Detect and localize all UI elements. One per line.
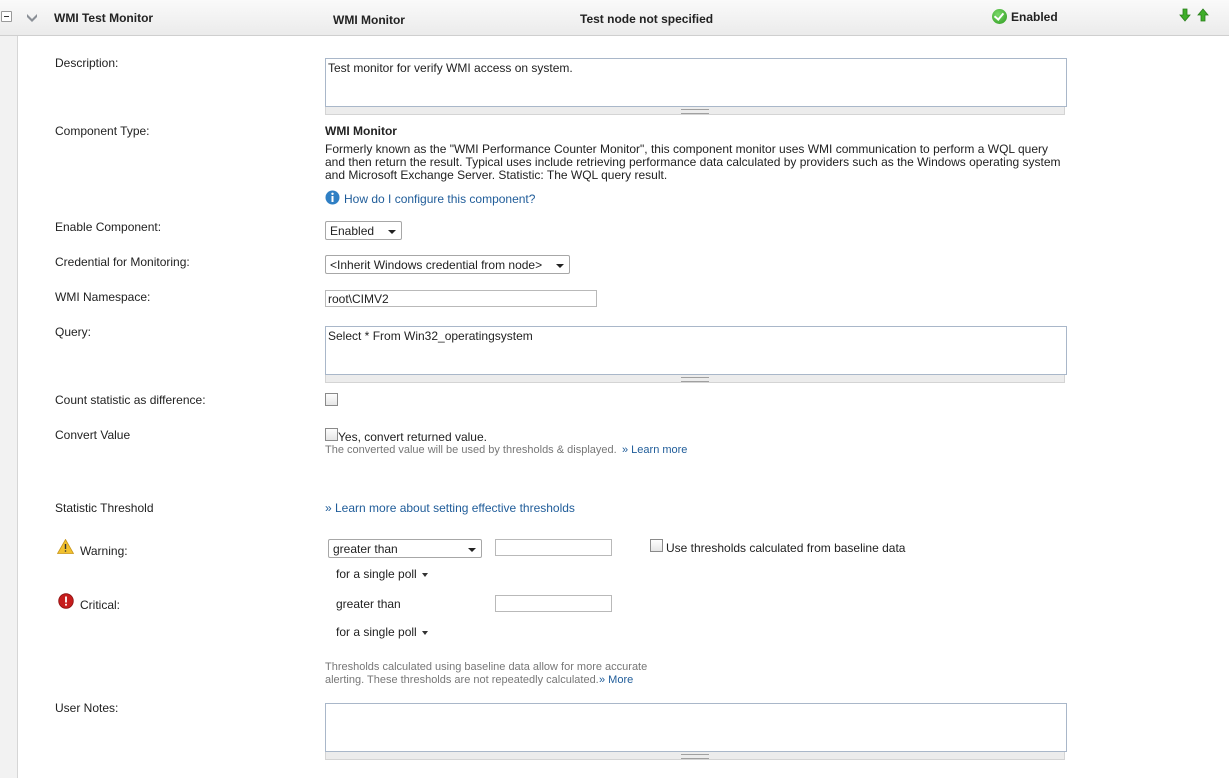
chevron-down-icon[interactable] [26, 11, 38, 23]
credential-value: <Inherit Windows credential from node> [330, 258, 543, 272]
critical-threshold-input[interactable] [495, 595, 612, 612]
critical-poll-dropdown[interactable]: for a single poll [336, 625, 428, 639]
warning-threshold-input[interactable] [495, 539, 612, 556]
description-resize-handle[interactable] [325, 107, 1065, 115]
status-badge: Enabled [992, 9, 1058, 24]
count-difference-label: Count statistic as difference: [55, 393, 206, 407]
critical-label: Critical: [80, 598, 121, 612]
caret-down-icon [388, 230, 396, 234]
user-notes-textarea[interactable] [325, 703, 1067, 752]
baseline-note-line2: alerting. These thresholds are not repea… [325, 674, 599, 686]
caret-down-icon [421, 630, 428, 635]
user-notes-resize-handle[interactable] [325, 752, 1065, 760]
collapse-icon[interactable] [1, 11, 12, 22]
statistic-threshold-label: Statistic Threshold [55, 501, 154, 515]
caret-down-icon [468, 548, 476, 552]
info-icon [325, 190, 340, 205]
enable-component-select[interactable]: Enabled [325, 221, 402, 240]
baseline-more-link[interactable]: » More [599, 674, 633, 686]
critical-icon [58, 593, 74, 609]
move-up-icon[interactable] [1196, 8, 1210, 22]
warning-poll-value: for a single poll [336, 567, 417, 581]
warning-icon [57, 539, 74, 554]
node-status: Test node not specified [580, 12, 714, 26]
convert-learn-more-link[interactable]: » Learn more [622, 444, 687, 456]
namespace-label: WMI Namespace: [55, 290, 151, 304]
monitor-header: WMI Test Monitor WMI Monitor Test node n… [0, 0, 1229, 36]
component-type-label: Component Type: [55, 124, 150, 138]
convert-value-checkbox-label: Yes, convert returned value. [338, 430, 487, 444]
warning-operator-select[interactable]: greater than [328, 539, 482, 558]
warning-label: Warning: [80, 544, 128, 558]
component-type-name: WMI Monitor [325, 124, 397, 138]
baseline-checkbox[interactable] [650, 539, 663, 552]
user-notes-label: User Notes: [55, 701, 119, 715]
query-resize-handle[interactable] [325, 375, 1065, 383]
caret-down-icon [421, 572, 428, 577]
baseline-checkbox-label: Use thresholds calculated from baseline … [666, 541, 906, 555]
convert-value-hint: The converted value will be used by thre… [325, 444, 617, 456]
monitor-title: WMI Test Monitor [54, 11, 154, 25]
convert-value-checkbox[interactable] [325, 428, 338, 441]
enable-component-value: Enabled [330, 224, 375, 238]
configure-help-link[interactable]: How do I configure this component? [344, 192, 535, 206]
move-down-icon[interactable] [1178, 8, 1192, 22]
caret-down-icon [556, 264, 564, 268]
description-label: Description: [55, 56, 119, 70]
namespace-input[interactable]: root\CIMV2 [325, 290, 597, 307]
convert-value-label: Convert Value [55, 428, 131, 442]
critical-poll-value: for a single poll [336, 625, 417, 639]
count-difference-checkbox[interactable] [325, 393, 338, 406]
check-circle-icon [992, 9, 1007, 24]
critical-operator: greater than [336, 597, 401, 611]
query-label: Query: [55, 325, 92, 339]
baseline-note-line1: Thresholds calculated using baseline dat… [325, 661, 648, 673]
description-textarea[interactable]: Test monitor for verify WMI access on sy… [325, 58, 1067, 107]
credential-select[interactable]: <Inherit Windows credential from node> [325, 255, 570, 274]
enable-component-label: Enable Component: [55, 220, 162, 234]
warning-operator-value: greater than [333, 542, 398, 556]
component-type-description: Formerly known as the "WMI Performance C… [325, 142, 1061, 182]
credential-label: Credential for Monitoring: [55, 255, 190, 269]
warning-poll-dropdown[interactable]: for a single poll [336, 567, 428, 581]
thresholds-learn-link[interactable]: » Learn more about setting effective thr… [325, 501, 575, 515]
monitor-type: WMI Monitor [333, 13, 405, 27]
left-gutter [0, 36, 18, 778]
status-text: Enabled [1011, 9, 1058, 24]
query-textarea[interactable]: Select * From Win32_operatingsystem [325, 326, 1067, 375]
